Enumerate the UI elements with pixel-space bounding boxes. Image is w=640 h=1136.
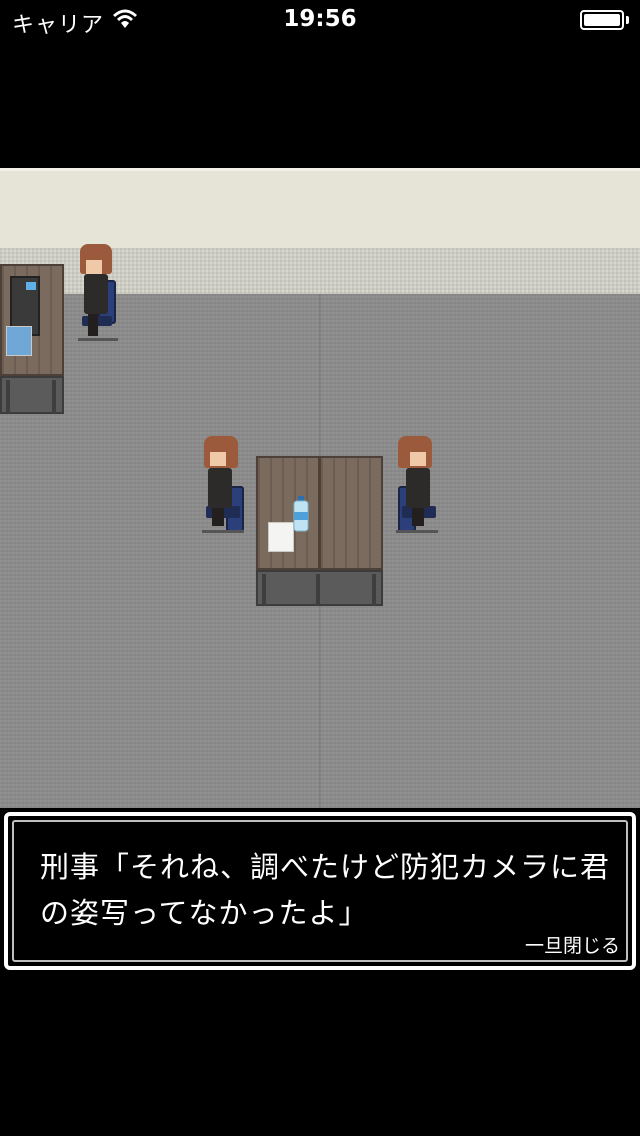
close-dialog-button[interactable]: 一旦閉じる: [525, 931, 620, 958]
papers: [6, 326, 32, 356]
water-bottle-icon[interactable]: [292, 496, 310, 532]
status-bar: キャリア 19:56: [0, 0, 640, 40]
dialog-text: 刑事「それね、調べたけど防犯カメラに君の姿写ってなかったよ」: [40, 850, 611, 930]
battery-icon: [580, 10, 624, 30]
office-wall: [0, 168, 640, 251]
documents[interactable]: [268, 522, 294, 552]
dialog-box[interactable]: 刑事「それね、調べたけど防犯カメラに君の姿写ってなかったよ」 一旦閉じる: [4, 812, 636, 970]
game-scene[interactable]: [0, 168, 640, 808]
clock: 19:56: [283, 6, 357, 32]
battery-tip: [626, 16, 629, 24]
